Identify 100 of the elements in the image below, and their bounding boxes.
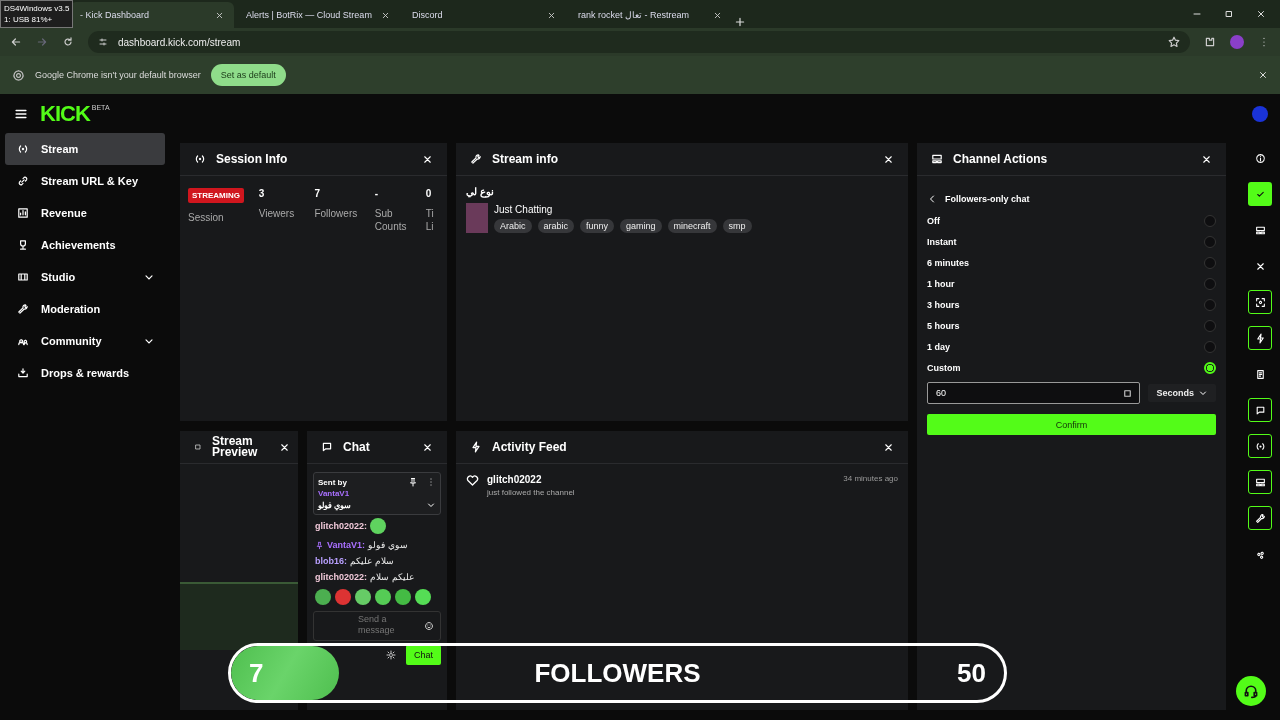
chevron-icon[interactable] <box>426 500 436 510</box>
live-icon <box>17 143 29 155</box>
chat-input[interactable]: Send a message <box>358 614 414 638</box>
radio-button[interactable] <box>1204 298 1216 311</box>
set-default-button[interactable]: Set as default <box>210 64 286 86</box>
rail-button[interactable] <box>1248 434 1272 458</box>
stream-title: نوع لي <box>466 186 495 197</box>
logo[interactable]: KICK <box>40 100 90 127</box>
close-icon[interactable] <box>279 441 290 453</box>
radio-option[interactable]: 1 hour <box>927 273 1216 294</box>
category-thumbnail <box>466 203 488 233</box>
number-field[interactable]: 60 <box>934 387 1123 399</box>
status-badge: STREAMING <box>188 188 244 203</box>
tag[interactable]: smp <box>722 219 752 233</box>
focus-icon <box>1254 296 1266 308</box>
close-icon[interactable] <box>1256 9 1266 19</box>
infobar-message: Google Chrome isn't your default browser <box>35 70 201 80</box>
back-icon[interactable] <box>10 36 22 48</box>
radio-option[interactable]: 3 hours <box>927 294 1216 315</box>
sidebar-item[interactable]: Drops & rewards <box>5 357 165 389</box>
bolt-icon <box>470 441 482 453</box>
tag[interactable]: Arabic <box>494 219 532 233</box>
sidebar-item[interactable]: Revenue <box>5 197 165 229</box>
rail-button[interactable] <box>1248 398 1272 422</box>
close-icon[interactable] <box>1258 70 1268 80</box>
chat-message-text: عليكم سلام <box>370 572 414 582</box>
close-icon[interactable] <box>422 441 433 453</box>
settings-icon[interactable] <box>386 650 396 660</box>
extensions-icon[interactable] <box>1204 36 1216 48</box>
event-time: 34 minutes ago <box>843 474 898 485</box>
reload-icon[interactable] <box>62 36 74 48</box>
chrome-icon <box>12 68 25 82</box>
sidebar-item[interactable]: Community <box>5 325 165 357</box>
chat-username[interactable]: glitch02022: <box>315 521 368 531</box>
restore-icon[interactable] <box>1224 9 1234 19</box>
radio-button[interactable] <box>1204 256 1216 269</box>
confirm-button[interactable]: Confirm <box>927 414 1216 435</box>
browser-tab[interactable]: rank rocket تعال - Restream <box>568 2 732 28</box>
sidebar-item[interactable]: Moderation <box>5 293 165 325</box>
emote-icon[interactable] <box>315 589 331 605</box>
radio-button[interactable] <box>1204 214 1216 227</box>
chat-input[interactable]: Send a message <box>313 611 441 641</box>
close-icon[interactable] <box>1201 153 1212 165</box>
radio-button[interactable] <box>1204 340 1216 353</box>
radio-option[interactable]: 1 day <box>927 336 1216 357</box>
star-icon[interactable] <box>1168 36 1180 48</box>
emote-icon[interactable] <box>355 589 371 605</box>
stat-label: Sub Counts <box>374 207 408 233</box>
rail-button[interactable] <box>1248 290 1272 314</box>
sidebar-item[interactable]: Stream URL & Key <box>5 165 165 197</box>
tag[interactable]: minecraft <box>667 219 717 233</box>
headset-icon <box>1243 683 1259 699</box>
radio-option[interactable]: Instant <box>927 231 1216 252</box>
address-bar[interactable]: dashboard.kick.com/stream <box>88 31 1190 53</box>
layout-icon <box>931 153 943 165</box>
radio-option[interactable]: Off <box>927 210 1216 231</box>
chat-icon <box>321 441 333 453</box>
goal-label: FOLLOWERS <box>534 657 701 689</box>
unit-dropdown[interactable]: Seconds <box>1148 384 1216 402</box>
chat-username[interactable]: VantaV1: <box>327 540 366 550</box>
chat-username[interactable]: blob16: <box>315 556 347 566</box>
chat-username[interactable]: glitch02022: <box>315 572 368 582</box>
sidebar-item[interactable]: Stream <box>5 133 165 165</box>
radio-option[interactable]: Custom <box>927 357 1216 378</box>
panel-title: Channel Actions <box>953 152 1049 166</box>
stat-label: Session <box>188 211 225 224</box>
number-field[interactable]: 60 <box>927 382 1141 404</box>
download-icon <box>17 367 29 379</box>
back-link[interactable]: Followers-only chat <box>927 188 1216 210</box>
bar-chart-icon <box>17 207 29 219</box>
emote-icon[interactable] <box>395 589 411 605</box>
close-icon <box>215 10 224 20</box>
tag[interactable]: arabic <box>537 219 575 233</box>
radio-button[interactable] <box>1204 319 1216 332</box>
tag[interactable]: funny <box>580 219 615 233</box>
radio-option[interactable]: 5 hours <box>927 315 1216 336</box>
close-icon[interactable] <box>883 153 894 165</box>
close-icon <box>381 10 390 20</box>
rail-button[interactable] <box>1248 470 1272 494</box>
sidebar-item[interactable]: Achievements <box>5 229 165 261</box>
browser-tab[interactable]: Discord <box>402 2 566 28</box>
emote-icon[interactable] <box>415 589 431 605</box>
support-button[interactable] <box>1236 676 1266 706</box>
emoji-icon <box>424 621 434 631</box>
close-icon[interactable] <box>422 153 433 165</box>
radio-button[interactable] <box>1204 235 1216 248</box>
rail-button[interactable] <box>1248 506 1272 530</box>
radio-button[interactable] <box>1204 277 1216 290</box>
browser-tab[interactable]: Alerts | BotRix — Cloud Stream <box>236 2 400 28</box>
close-icon[interactable] <box>883 441 894 453</box>
chat-send-button[interactable]: Chat <box>406 645 441 665</box>
chevron-icon <box>1198 388 1208 398</box>
sidebar-item[interactable]: Studio <box>5 261 165 293</box>
tag[interactable]: gaming <box>620 219 662 233</box>
emote-icon[interactable] <box>375 589 391 605</box>
stat-label: Followers <box>314 207 359 220</box>
radio-option[interactable]: 6 minutes <box>927 252 1216 273</box>
rail-button[interactable] <box>1248 326 1272 350</box>
new-tab-icon[interactable] <box>734 16 746 28</box>
browser-tab[interactable]: - Kick Dashboard <box>70 2 234 28</box>
